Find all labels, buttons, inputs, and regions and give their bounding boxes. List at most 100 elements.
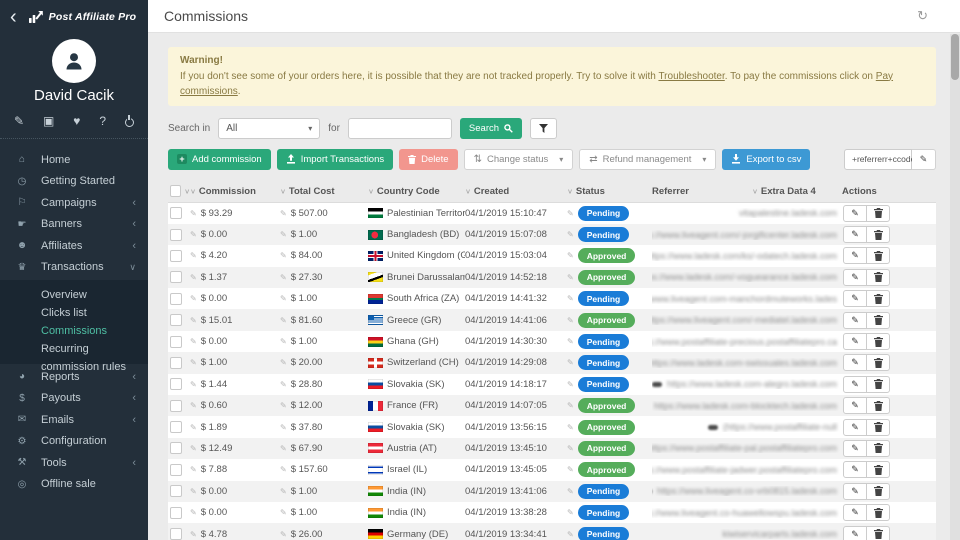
add-commission-button[interactable]: + Add commission [168,149,271,170]
edit-icon[interactable]: ✎ [190,251,197,260]
edit-button[interactable]: ✎ [843,312,867,329]
export-csv-button[interactable]: Export to csv [722,149,810,170]
sidebar-item-getting-started[interactable]: ◷Getting Started [0,171,148,193]
edit-icon[interactable]: ✎ [567,444,574,453]
row-checkbox[interactable] [170,421,182,433]
edit-button[interactable]: ✎ [843,247,867,264]
delete-button[interactable] [866,440,890,457]
submenu-item-recurring-commission-rules[interactable]: Recurring commission rules [0,340,148,358]
edit-button[interactable]: ✎ [843,354,867,371]
sidebar-item-emails[interactable]: ✉Emails‹ [0,409,148,431]
edit-icon[interactable]: ✎ [190,316,197,325]
edit-icon[interactable]: ✎ [567,423,574,432]
edit-icon[interactable]: ✎ [190,508,197,517]
edit-icon[interactable]: ✎ [280,530,287,539]
edit-button[interactable]: ✎ [843,397,867,414]
delete-button[interactable] [866,526,890,540]
monitor-icon[interactable]: ▣ [43,114,54,128]
delete-selected-button[interactable]: Delete [399,149,457,170]
select-all-checkbox[interactable] [170,185,181,197]
row-checkbox[interactable] [170,528,182,540]
row-checkbox[interactable] [170,293,182,305]
edit-icon[interactable]: ✎ [567,380,574,389]
edit-icon[interactable]: ✎ [567,230,574,239]
edit-icon[interactable]: ✎ [190,380,197,389]
edit-button[interactable]: ✎ [843,269,867,286]
edit-button[interactable]: ✎ [843,526,867,540]
edit-icon[interactable]: ✎ [567,294,574,303]
submenu-item-overview[interactable]: Overview [0,286,148,304]
row-checkbox[interactable] [170,507,182,519]
delete-button[interactable] [866,247,890,264]
edit-icon[interactable]: ✎ [280,316,287,325]
edit-button[interactable]: ✎ [843,483,867,500]
search-field-select[interactable]: All ▾ [218,118,320,139]
edit-icon[interactable]: ✎ [567,508,574,517]
delete-button[interactable] [866,419,890,436]
edit-icon[interactable]: ✎ [280,251,287,260]
edit-icon[interactable]: ✎ [280,209,287,218]
edit-icon[interactable]: ✎ [567,337,574,346]
edit-icon[interactable]: ✎ [190,337,197,346]
row-checkbox[interactable] [170,485,182,497]
column-header-commission[interactable]: ∨Commission [190,186,280,197]
edit-icon[interactable]: ✎ [280,380,287,389]
column-header-extra-data-4[interactable]: ∨Extra Data 4 [752,186,842,197]
scrollbar-thumb[interactable] [951,34,959,80]
edit-columns-button[interactable]: ✎ [912,149,936,170]
columns-select[interactable]: +referrerr+ccode ▾ [844,149,912,170]
edit-icon[interactable]: ✎ [14,114,24,128]
submenu-item-clicks-list[interactable]: Clicks list [0,304,148,322]
submenu-item-commissions[interactable]: Commissions [0,322,148,340]
row-checkbox[interactable] [170,378,182,390]
sidebar-item-offline-sale[interactable]: ◎Offline sale [0,474,148,496]
search-input[interactable] [348,118,452,139]
help-icon[interactable]: ? [99,114,106,128]
column-header-referrer[interactable]: Referrer [652,186,752,197]
edit-button[interactable]: ✎ [843,504,867,521]
row-checkbox[interactable] [170,229,182,241]
column-header-country-code[interactable]: ∨Country Code [368,186,465,197]
edit-button[interactable]: ✎ [843,376,867,393]
edit-icon[interactable]: ✎ [567,401,574,410]
column-header-created[interactable]: ∨Created [465,186,567,197]
refresh-icon[interactable]: ↻ [917,8,928,24]
row-checkbox[interactable] [170,314,182,326]
edit-button[interactable]: ✎ [843,226,867,243]
sidebar-item-tools[interactable]: ⚒Tools‹ [0,452,148,474]
sidebar-item-affiliates[interactable]: ☻Affiliates‹ [0,235,148,257]
filter-button[interactable] [530,118,557,139]
delete-button[interactable] [866,226,890,243]
column-header-status[interactable]: ∨Status [567,186,652,197]
edit-icon[interactable]: ✎ [567,465,574,474]
collapse-sidebar-chevron-icon[interactable]: ‹ [10,7,17,27]
donate-icon[interactable]: ♥ [73,114,80,128]
troubleshooter-link[interactable]: Troubleshooter [658,71,724,82]
sidebar-item-campaigns[interactable]: ⚐Campaigns‹ [0,192,148,214]
column-header-actions[interactable]: Actions [842,186,936,197]
delete-button[interactable] [866,269,890,286]
edit-button[interactable]: ✎ [843,461,867,478]
edit-icon[interactable]: ✎ [280,273,287,282]
edit-icon[interactable]: ✎ [567,358,574,367]
delete-button[interactable] [866,483,890,500]
edit-icon[interactable]: ✎ [280,358,287,367]
import-transactions-button[interactable]: Import Transactions [277,149,393,170]
row-checkbox[interactable] [170,271,182,283]
edit-icon[interactable]: ✎ [280,465,287,474]
search-button[interactable]: Search [460,118,522,139]
delete-button[interactable] [866,205,890,222]
edit-icon[interactable]: ✎ [190,294,197,303]
scrollbar-track[interactable] [950,34,960,540]
edit-icon[interactable]: ✎ [567,487,574,496]
edit-icon[interactable]: ✎ [190,423,197,432]
edit-button[interactable]: ✎ [843,290,867,307]
sidebar-item-payouts[interactable]: $Payouts‹ [0,388,148,410]
delete-button[interactable] [866,290,890,307]
edit-icon[interactable]: ✎ [190,444,197,453]
sidebar-item-home[interactable]: ⌂Home [0,149,148,171]
sidebar-item-configuration[interactable]: ⚙Configuration [0,431,148,453]
edit-icon[interactable]: ✎ [280,337,287,346]
edit-icon[interactable]: ✎ [280,423,287,432]
row-checkbox[interactable] [170,336,182,348]
